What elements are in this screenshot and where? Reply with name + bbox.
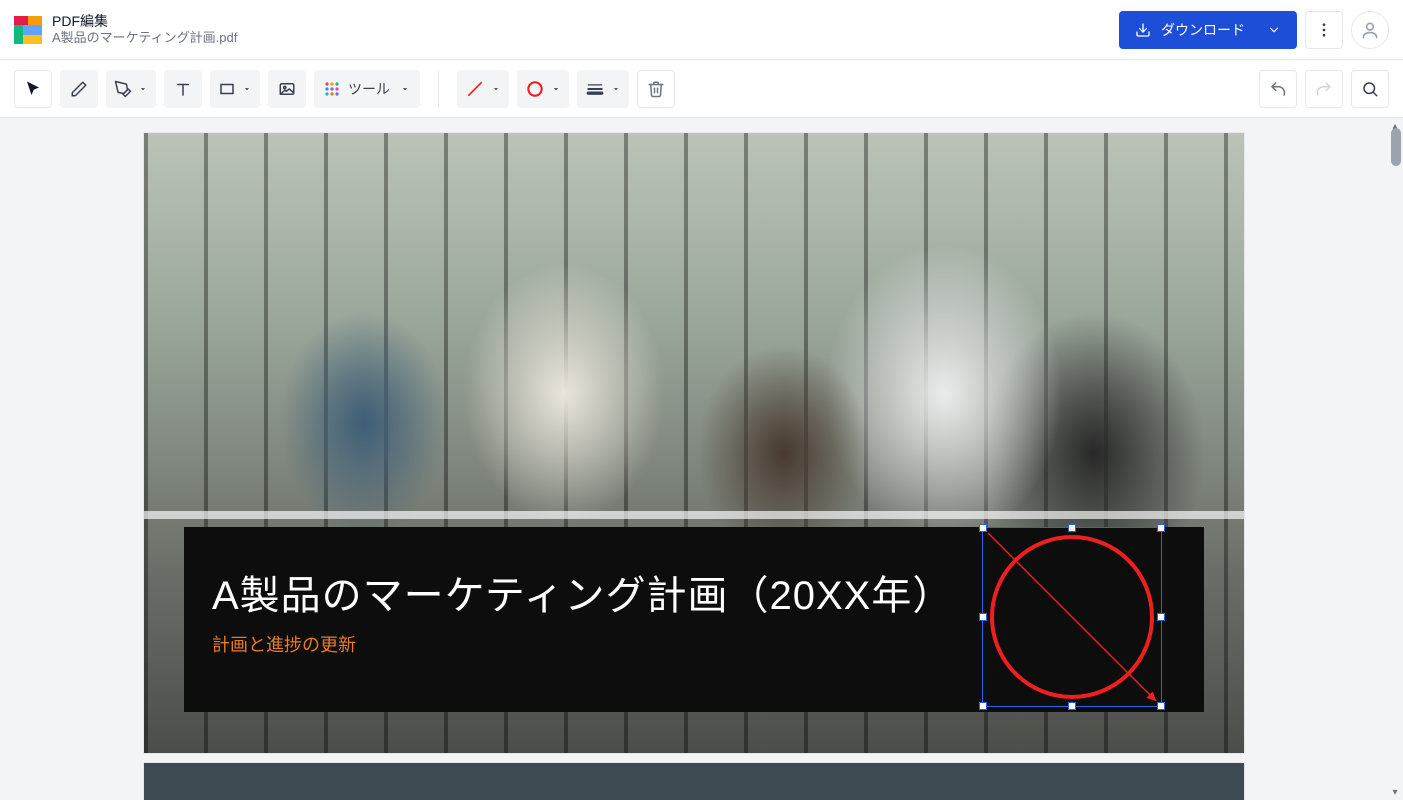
line-diagonal-icon: [465, 79, 485, 99]
app-header: PDF編集 A製品のマーケティング計画.pdf ダウンロード: [0, 0, 1403, 60]
circle-outline-icon: [525, 79, 545, 99]
scrollbar-thumb[interactable]: [1391, 128, 1401, 166]
trash-icon: [647, 80, 665, 98]
highlighter-icon: [114, 80, 132, 98]
file-name: A製品のマーケティング計画.pdf: [52, 30, 237, 46]
resize-handle-sw[interactable]: [979, 702, 987, 710]
title-block: PDF編集 A製品のマーケティング計画.pdf: [52, 13, 237, 47]
more-vertical-icon: [1315, 21, 1333, 39]
delete-button[interactable]: [637, 70, 675, 108]
line-weight-button[interactable]: [577, 70, 629, 108]
chevron-down-icon: [551, 84, 561, 94]
resize-handle-nw[interactable]: [979, 524, 987, 532]
document-subtitle: 計画と進捗の更新: [212, 631, 356, 657]
resize-handle-w[interactable]: [979, 613, 987, 621]
redo-icon: [1315, 80, 1333, 98]
image-tool-button[interactable]: [268, 70, 306, 108]
text-tool-button[interactable]: [164, 70, 202, 108]
resize-handle-ne[interactable]: [1157, 524, 1165, 532]
resize-handle-se[interactable]: [1157, 702, 1165, 710]
search-button[interactable]: [1351, 70, 1389, 108]
redo-button[interactable]: [1305, 70, 1343, 108]
annotation-selection-box[interactable]: [982, 527, 1162, 707]
canvas-area: A製品のマーケティング計画（20XX年） 計画と進捗の更新: [0, 118, 1403, 800]
text-icon: [174, 80, 192, 98]
chevron-down-icon: [138, 84, 148, 94]
select-tool-button[interactable]: [14, 70, 52, 108]
document-viewport[interactable]: A製品のマーケティング計画（20XX年） 計画と進捗の更新: [0, 118, 1387, 800]
chevron-down-icon: [491, 84, 501, 94]
pen-icon: [70, 80, 88, 98]
pdf-page-2[interactable]: [144, 763, 1244, 800]
resize-handle-e[interactable]: [1157, 613, 1165, 621]
app-logo: [14, 16, 42, 44]
tools-menu-button[interactable]: ツール: [314, 70, 420, 108]
highlighter-tool-button[interactable]: [106, 70, 156, 108]
download-icon: [1135, 22, 1151, 38]
chevron-down-icon: [400, 84, 410, 94]
select-cursor-icon: [24, 80, 42, 98]
chevron-down-icon: [1267, 23, 1281, 37]
rectangle-icon: [218, 80, 236, 98]
chevron-down-icon: [242, 84, 252, 94]
circle-style-button[interactable]: [517, 70, 569, 108]
pen-tool-button[interactable]: [60, 70, 98, 108]
editor-toolbar: ツール: [0, 60, 1403, 118]
resize-handle-n[interactable]: [1068, 524, 1076, 532]
vertical-scrollbar[interactable]: ▴ ▾: [1387, 118, 1403, 800]
shape-tool-button[interactable]: [210, 70, 260, 108]
search-icon: [1361, 80, 1379, 98]
tools-grid-icon: [324, 81, 340, 97]
download-button[interactable]: ダウンロード: [1119, 11, 1297, 49]
list-lines-icon: [585, 79, 605, 99]
image-icon: [278, 80, 296, 98]
line-style-button[interactable]: [457, 70, 509, 108]
pdf-page-1[interactable]: A製品のマーケティング計画（20XX年） 計画と進捗の更新: [144, 133, 1244, 753]
user-icon: [1360, 20, 1380, 40]
document-title: A製品のマーケティング計画（20XX年）: [212, 563, 953, 621]
scroll-down-arrow[interactable]: ▾: [1387, 784, 1403, 800]
account-button[interactable]: [1351, 11, 1389, 49]
chevron-down-icon: [611, 84, 621, 94]
resize-handle-s[interactable]: [1068, 702, 1076, 710]
download-label: ダウンロード: [1161, 20, 1245, 40]
toolbar-separator: [438, 71, 439, 107]
tools-menu-label: ツール: [348, 79, 390, 99]
undo-icon: [1269, 80, 1287, 98]
undo-button[interactable]: [1259, 70, 1297, 108]
more-options-button[interactable]: [1305, 11, 1343, 49]
app-title: PDF編集: [52, 13, 237, 31]
